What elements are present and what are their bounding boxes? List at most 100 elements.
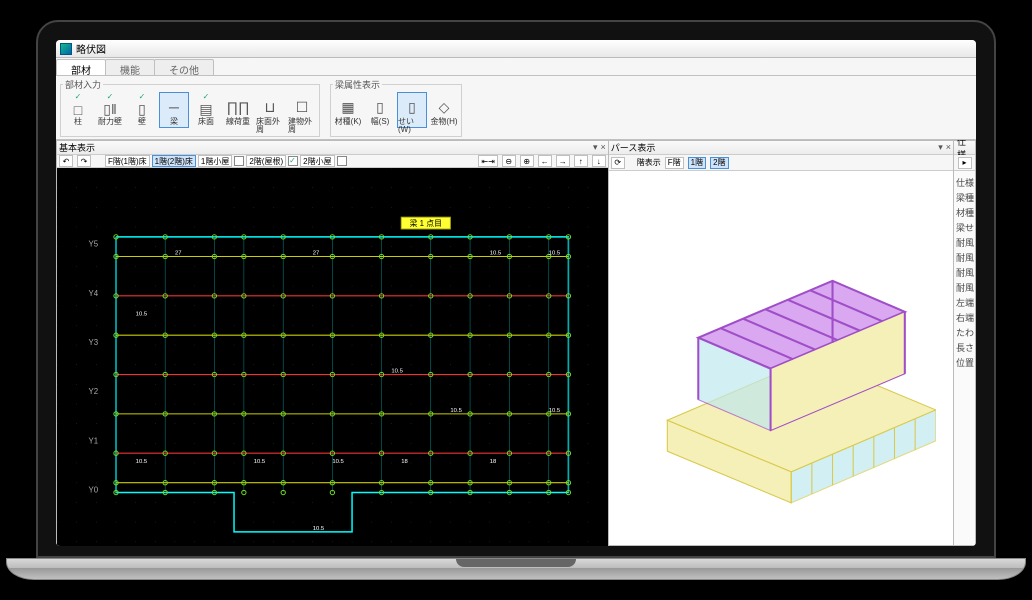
window-titlebar: 略伏図 <box>56 40 976 58</box>
ribbon-button-label: 金物(H) <box>430 118 457 126</box>
ribbon-width-button[interactable]: ▯幅(S) <box>365 92 395 128</box>
panel-close-icon[interactable]: × <box>946 142 951 153</box>
ribbon-wall-button[interactable]: ✓▯壁 <box>127 92 157 128</box>
floor-option-4-checkbox[interactable] <box>337 156 347 166</box>
window-title: 略伏図 <box>76 41 106 56</box>
floor-option-2[interactable]: 1階小屋 <box>198 155 232 167</box>
floor-option-2-checkbox[interactable] <box>234 156 244 166</box>
tool-pan-left[interactable]: ← <box>538 155 552 167</box>
spec-item[interactable]: 左端 <box>954 295 975 310</box>
floor-2[interactable]: 2階 <box>710 157 728 169</box>
spec-item[interactable]: 材種 <box>954 205 975 220</box>
depth-icon: ▯ <box>401 96 423 118</box>
spec-item[interactable]: 長さ <box>954 340 975 355</box>
mat-icon: ▦ <box>337 96 359 118</box>
hard-icon: ◇ <box>433 96 455 118</box>
ribbon-group-label: 部材入力 <box>63 78 103 91</box>
plan-canvas[interactable]: 272710.510.510.510.510.510.510.510.510.5… <box>57 168 608 546</box>
tool-undo[interactable]: ↶ <box>59 155 73 167</box>
svg-text:Y4: Y4 <box>88 289 98 298</box>
floor-1[interactable]: 1階 <box>688 157 706 169</box>
ribbon-button-label: せい(W) <box>398 118 426 126</box>
wall-icon: ▯ <box>131 101 153 118</box>
ribbon-floor-button[interactable]: ✓▤床面 <box>191 92 221 128</box>
svg-text:Y2: Y2 <box>88 387 98 396</box>
floor-option-3[interactable]: 2階(屋根) <box>246 155 286 167</box>
tab-member[interactable]: 部材 <box>56 59 106 75</box>
floor-icon: ▤ <box>195 101 217 118</box>
ribbon-depth-button[interactable]: ▯せい(W) <box>397 92 427 128</box>
ribbon-button-label: 壁 <box>138 118 146 126</box>
floorchg-icon: ⊔ <box>259 96 281 118</box>
spec-item[interactable]: 梁種 <box>954 190 975 205</box>
perspective-canvas[interactable] <box>609 171 953 545</box>
svg-text:27: 27 <box>313 251 320 257</box>
spec-item[interactable]: 耐風 <box>954 265 975 280</box>
floor-f[interactable]: F階 <box>665 157 684 169</box>
panel-close-icon[interactable]: × <box>601 142 606 153</box>
ribbon-button-label: 幅(S) <box>371 118 390 126</box>
tool-pan-down[interactable]: ↓ <box>592 155 606 167</box>
ribbon-button-label: 材種(K) <box>335 118 362 126</box>
spec-item[interactable]: 仕様 <box>954 175 975 190</box>
spec-item[interactable]: 耐風 <box>954 280 975 295</box>
svg-text:10.5: 10.5 <box>313 526 325 532</box>
tool-fit-h[interactable]: ⇤⇥ <box>478 155 497 167</box>
ribbon-button-label: 建物外周 <box>288 118 316 126</box>
tab-function[interactable]: 機能 <box>105 59 155 75</box>
perspective-refresh[interactable]: ⟳ <box>611 157 625 169</box>
width-icon: ▯ <box>369 96 391 118</box>
floor-option-3-checkbox[interactable] <box>288 156 298 166</box>
ribbon: 部材入力 ✓□柱✓▯‖耐力壁✓▯壁─梁✓▤床面∏∏線荷重⊔床面外周☐建物外周 梁… <box>56 76 976 140</box>
panel-pin-icon[interactable]: ▾ <box>938 142 943 153</box>
ribbon-pillar-button[interactable]: ✓□柱 <box>63 92 93 128</box>
ribbon-shearwall-button[interactable]: ✓▯‖耐力壁 <box>95 92 125 128</box>
panel-pin-icon[interactable]: ▾ <box>593 142 598 153</box>
ribbon-beam-button[interactable]: ─梁 <box>159 92 189 128</box>
check-icon: ✓ <box>75 93 82 101</box>
panel-perspective: パース表示 ▾ × ⟳ 階表示 F階 1階 2階 <box>609 140 954 546</box>
tool-pan-up[interactable]: ↑ <box>574 155 588 167</box>
ribbon-group-member-input: 部材入力 ✓□柱✓▯‖耐力壁✓▯壁─梁✓▤床面∏∏線荷重⊔床面外周☐建物外周 <box>60 78 320 137</box>
ribbon-floorchg-button[interactable]: ⊔床面外周 <box>255 92 285 128</box>
svg-text:10.5: 10.5 <box>391 369 403 375</box>
ribbon-lineload-button[interactable]: ∏∏線荷重 <box>223 92 253 128</box>
spec-item[interactable]: 耐風 <box>954 235 975 250</box>
perspective-toolbar: ⟳ 階表示 F階 1階 2階 <box>609 155 953 171</box>
tool-zoom-in[interactable]: ⊕ <box>520 155 534 167</box>
ribbon-mat-button[interactable]: ▦材種(K) <box>333 92 363 128</box>
check-icon: ✓ <box>107 93 114 101</box>
spec-item[interactable]: 梁せ <box>954 220 975 235</box>
ribbon-button-label: 耐力壁 <box>98 118 122 126</box>
spec-item[interactable]: 右端 <box>954 310 975 325</box>
spec-item[interactable]: たわ <box>954 325 975 340</box>
svg-text:10.5: 10.5 <box>450 408 462 414</box>
panel-plan-view: 基本表示 ▾ × ↶ ↷ F階(1階)床1階(2階)床1階小屋2階(屋根)2階小… <box>56 140 609 546</box>
check-icon: ✓ <box>203 93 210 101</box>
plan-toolbar: ↶ ↷ F階(1階)床1階(2階)床1階小屋2階(屋根)2階小屋 ⇤⇥ ⊖ ⊕ … <box>57 155 608 168</box>
tool-redo[interactable]: ↷ <box>77 155 91 167</box>
svg-text:Y3: Y3 <box>88 338 98 347</box>
spec-item[interactable]: 位置 <box>954 355 975 370</box>
ribbon-bldgchg-button[interactable]: ☐建物外周 <box>287 92 317 128</box>
tab-other[interactable]: その他 <box>154 59 214 75</box>
floor-option-0[interactable]: F階(1階)床 <box>105 155 150 167</box>
svg-text:18: 18 <box>401 459 408 465</box>
svg-text:10.5: 10.5 <box>332 459 344 465</box>
spec-toggle[interactable]: ▸ <box>958 157 972 169</box>
ribbon-button-label: 梁 <box>170 118 178 126</box>
floor-option-1[interactable]: 1階(2階)床 <box>152 155 196 167</box>
shearwall-icon: ▯‖ <box>99 101 121 118</box>
svg-text:10.5: 10.5 <box>254 459 266 465</box>
tool-zoom-out[interactable]: ⊖ <box>502 155 516 167</box>
spec-item[interactable]: 耐風 <box>954 250 975 265</box>
ribbon-hard-button[interactable]: ◇金物(H) <box>429 92 459 128</box>
svg-text:10.5: 10.5 <box>136 312 148 318</box>
svg-text:10.5: 10.5 <box>549 251 561 257</box>
floor-option-4[interactable]: 2階小屋 <box>300 155 334 167</box>
svg-text:Y5: Y5 <box>88 240 98 249</box>
panel-spec: 仕様 ▸ 仕様梁種材種梁せ耐風耐風耐風耐風左端右端たわ長さ位置 <box>954 140 976 546</box>
svg-text:梁 1 点目: 梁 1 点目 <box>410 219 442 228</box>
tool-pan-right[interactable]: → <box>556 155 570 167</box>
lineload-icon: ∏∏ <box>227 96 249 118</box>
